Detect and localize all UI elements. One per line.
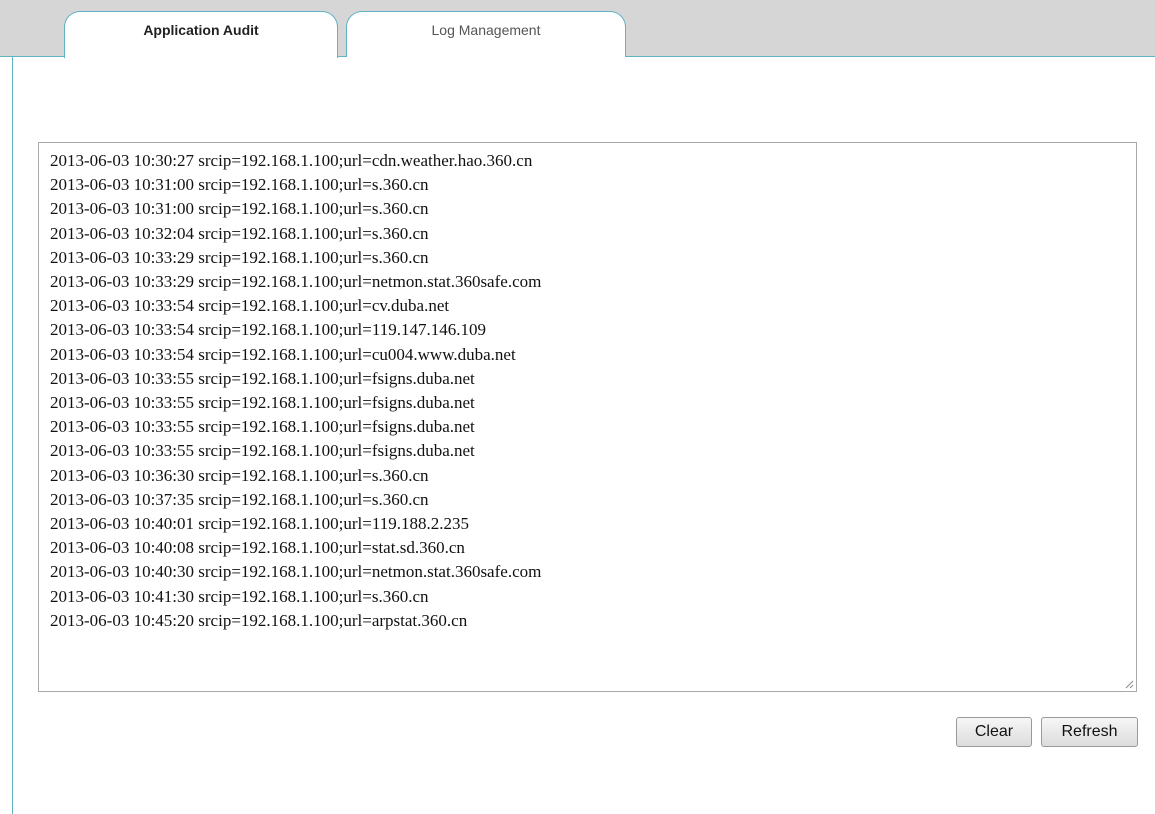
- log-line: 2013-06-03 10:40:30 srcip=192.168.1.100;…: [50, 562, 542, 582]
- resize-grip-icon[interactable]: [1124, 679, 1134, 689]
- log-line: 2013-06-03 10:33:29 srcip=192.168.1.100;…: [50, 247, 429, 267]
- log-line: 2013-06-03 10:40:08 srcip=192.168.1.100;…: [50, 538, 465, 558]
- log-line: 2013-06-03 10:40:01 srcip=192.168.1.100;…: [50, 514, 469, 534]
- log-line: 2013-06-03 10:33:29 srcip=192.168.1.100;…: [50, 272, 542, 292]
- log-line: 2013-06-03 10:36:30 srcip=192.168.1.100;…: [50, 465, 429, 485]
- log-line: 2013-06-03 10:33:55 srcip=192.168.1.100;…: [50, 417, 475, 437]
- log-line: 2013-06-03 10:33:54 srcip=192.168.1.100;…: [50, 296, 450, 316]
- log-line: 2013-06-03 10:30:27 srcip=192.168.1.100;…: [50, 151, 533, 170]
- refresh-button[interactable]: Refresh: [1041, 717, 1138, 747]
- log-line: 2013-06-03 10:33:55 srcip=192.168.1.100;…: [50, 393, 475, 413]
- log-line: 2013-06-03 10:33:54 srcip=192.168.1.100;…: [50, 344, 516, 364]
- log-line: 2013-06-03 10:31:00 srcip=192.168.1.100;…: [50, 175, 429, 195]
- log-line: 2013-06-03 10:33:54 srcip=192.168.1.100;…: [50, 320, 486, 340]
- log-textarea[interactable]: 2013-06-03 10:30:27 srcip=192.168.1.100;…: [38, 142, 1137, 692]
- log-line: 2013-06-03 10:31:00 srcip=192.168.1.100;…: [50, 199, 429, 219]
- tab-application-audit-label: Application Audit: [143, 22, 259, 38]
- log-line: 2013-06-03 10:37:35 srcip=192.168.1.100;…: [50, 489, 429, 509]
- log-line: 2013-06-03 10:33:55 srcip=192.168.1.100;…: [50, 368, 475, 388]
- log-line: 2013-06-03 10:41:30 srcip=192.168.1.100;…: [50, 586, 429, 606]
- tab-log-management[interactable]: Log Management: [346, 11, 626, 57]
- content-left-border: [12, 57, 13, 814]
- clear-button[interactable]: Clear: [956, 717, 1032, 747]
- tab-application-audit[interactable]: Application Audit: [64, 11, 338, 58]
- log-line: 2013-06-03 10:33:55 srcip=192.168.1.100;…: [50, 441, 475, 461]
- log-line: 2013-06-03 10:45:20 srcip=192.168.1.100;…: [50, 610, 468, 630]
- log-line: 2013-06-03 10:32:04 srcip=192.168.1.100;…: [50, 223, 429, 243]
- tab-log-management-label: Log Management: [431, 22, 541, 38]
